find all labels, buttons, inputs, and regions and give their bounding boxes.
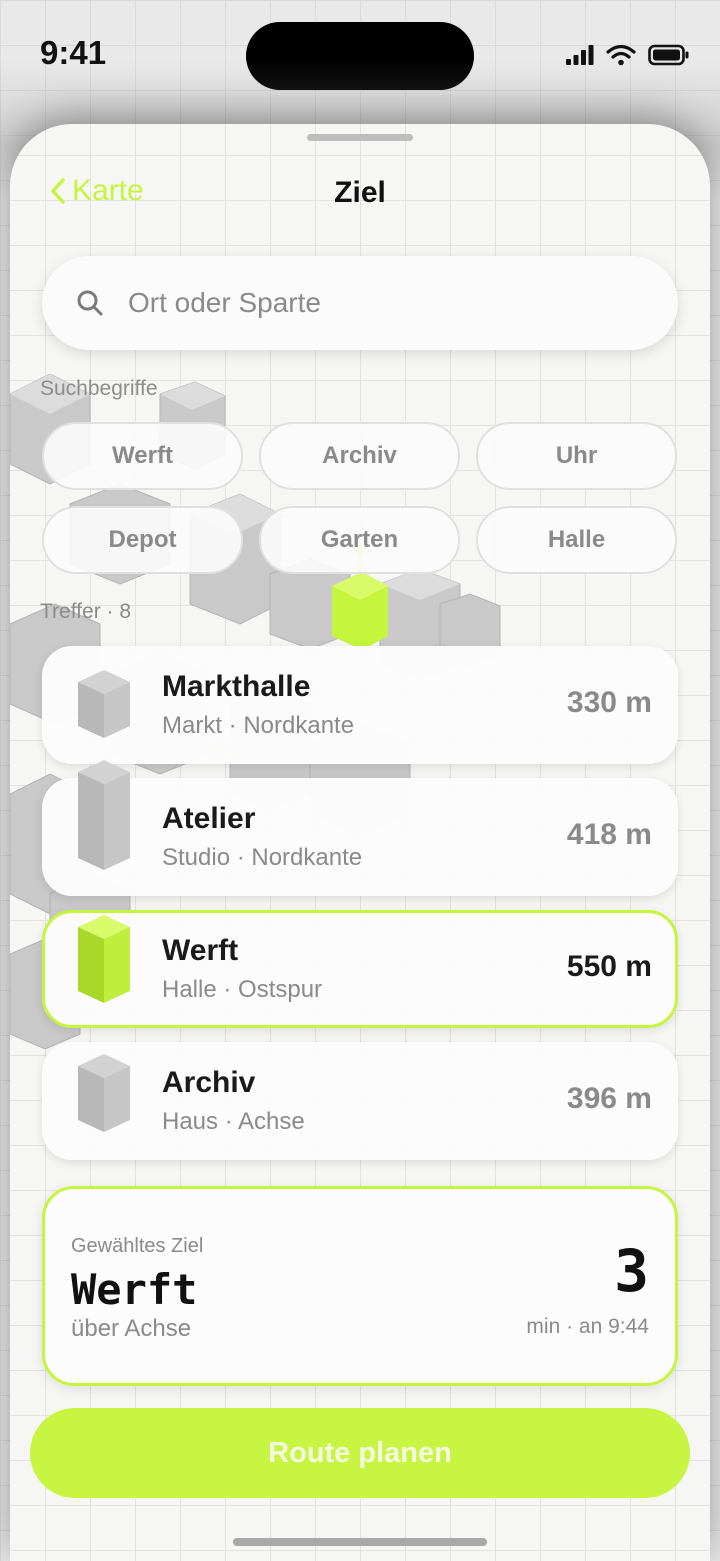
chip-werft[interactable]: Werft — [42, 422, 243, 490]
result-item-atelier[interactable]: Atelier Studio · Nordkante 418 m — [42, 760, 678, 896]
suggestions-label: Suchbegriffe — [40, 377, 158, 400]
result-subtitle: Haus · Achse — [162, 1108, 305, 1135]
result-distance: 418 m — [566, 818, 652, 851]
chip-depot[interactable]: Depot — [42, 506, 243, 574]
chip-garten[interactable]: Garten — [259, 506, 460, 574]
building-tower-icon — [78, 760, 130, 870]
arrival-time: min · an 9:44 — [526, 1315, 649, 1338]
search-input[interactable] — [128, 287, 608, 319]
page-title: Ziel — [334, 176, 386, 209]
result-distance: 550 m — [566, 950, 652, 983]
selected-target-via: über Achse — [71, 1315, 192, 1342]
building-cube-icon — [78, 670, 130, 738]
selected-target-label: Gewähltes Ziel — [71, 1235, 204, 1257]
plan-route-button[interactable]: Route planen — [30, 1408, 690, 1498]
home-indicator — [233, 1538, 487, 1546]
chip-archiv[interactable]: Archiv — [259, 422, 460, 490]
result-name: Markthalle — [162, 670, 311, 703]
chip-halle[interactable]: Halle — [476, 506, 677, 574]
building-block-icon — [78, 1054, 130, 1132]
result-name: Werft — [162, 934, 239, 967]
result-subtitle: Halle · Ostspur — [162, 976, 323, 1003]
result-distance: 330 m — [566, 686, 652, 719]
result-item-markthalle[interactable]: Markthalle Markt · Nordkante 330 m — [42, 646, 678, 764]
result-subtitle: Studio · Nordkante — [162, 844, 363, 871]
result-distance: 396 m — [566, 1082, 652, 1115]
results-count-label: Treffer · 8 — [40, 600, 132, 623]
result-subtitle: Markt · Nordkante — [162, 712, 355, 739]
travel-minutes: 3 — [614, 1237, 649, 1305]
result-item-archiv[interactable]: Archiv Haus · Achse 396 m — [42, 1042, 678, 1160]
search-icon — [77, 290, 103, 316]
chip-uhr[interactable]: Uhr — [476, 422, 677, 490]
selected-target-card: Gewähltes Ziel Werft über Achse 3 min · … — [42, 1186, 678, 1386]
building-highlight-icon — [78, 915, 130, 1003]
result-item-werft[interactable]: Werft Halle · Ostspur 550 m — [42, 910, 678, 1028]
destination-sheet: Karte Ziel Suchbegriffe Werft Archiv Uhr… — [10, 124, 710, 1561]
search-bar[interactable] — [42, 256, 678, 350]
result-name: Archiv — [162, 1066, 256, 1099]
sheet-grabber[interactable] — [307, 134, 413, 141]
results-list: Markthalle Markt · Nordkante 330 m Ateli… — [42, 646, 678, 1174]
suggestion-chips: Werft Archiv Uhr Depot Garten Halle — [42, 422, 680, 574]
selected-target-name: Werft — [71, 1265, 198, 1314]
result-name: Atelier — [162, 802, 256, 835]
